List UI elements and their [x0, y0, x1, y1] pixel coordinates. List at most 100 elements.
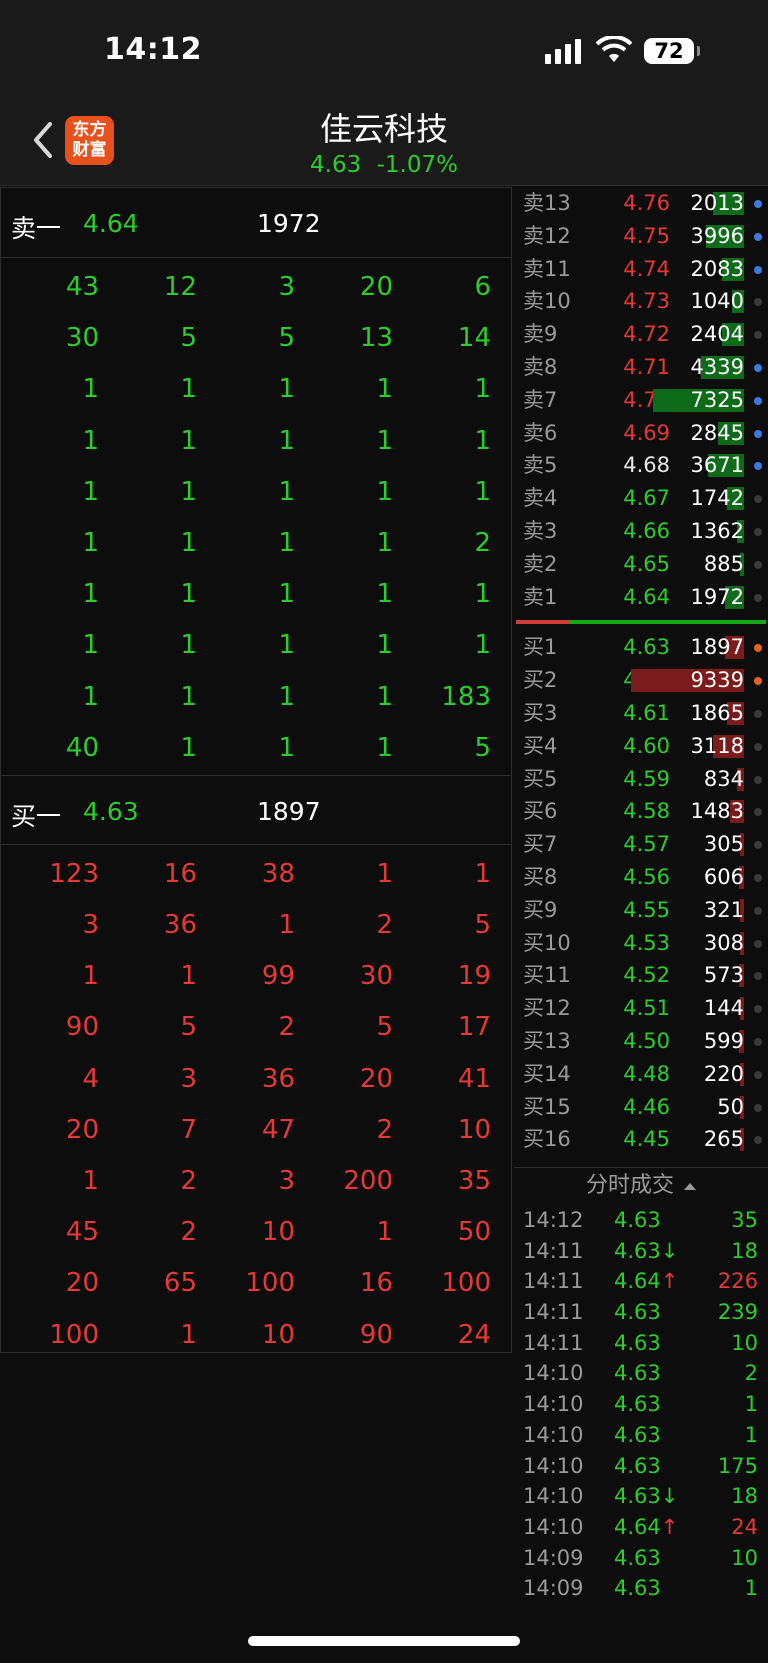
queue-cell: 1 [376, 579, 393, 610]
cellular-signal-icon [545, 38, 585, 64]
trade-price: 4.63 [614, 1297, 661, 1328]
trade-volume: 1 [744, 1422, 758, 1447]
ask-level-row[interactable]: 卖11 4.74 2083 [514, 253, 768, 286]
home-indicator[interactable] [248, 1636, 520, 1646]
bid-level-row[interactable]: 买11 4.52 573 [514, 959, 768, 992]
queue-cell: 36 [261, 1063, 295, 1094]
queue-cell: 17 [457, 1012, 491, 1043]
queue-cell: 50 [457, 1217, 491, 1248]
queue-cell: 5 [180, 1012, 197, 1043]
queue-cell: 1 [278, 425, 295, 456]
ask-level-row[interactable]: 卖10 4.73 1040 [514, 285, 768, 318]
level-label: 卖9 [523, 322, 558, 347]
ask-level-row[interactable]: 卖6 4.69 2845 [514, 417, 768, 450]
queue-cell: 20 [359, 272, 393, 302]
bid-level-row[interactable]: 买14 4.48 220 [514, 1058, 768, 1091]
level-price: 4.76 [623, 191, 670, 215]
trade-tick-row: 14:10 4.63↓ 18 [514, 1481, 768, 1512]
trade-price: 4.63 [614, 1573, 661, 1604]
stock-quote: 4.63 -1.07% [0, 152, 768, 178]
status-dot-icon [754, 939, 762, 948]
bid-level-row[interactable]: 买5 4.59 834 [514, 763, 768, 796]
queue-cell: 2 [376, 1114, 393, 1145]
queue-cell: 2 [180, 1166, 197, 1196]
level-label: 买9 [523, 897, 558, 922]
buy-queue-grid: 123 16 38 1 1 3 36 1 2 5 1 1 99 30 19 90 5 2 5 17 4 3 36 20 41 20… [1, 845, 511, 1361]
queue-cell: 1 [474, 425, 491, 456]
queue-cell: 1 [278, 681, 295, 712]
buy1-header: 买一 4.63 1897 [1, 774, 511, 845]
level-price: 4.60 [623, 733, 670, 758]
ask-level-row[interactable]: 卖7 4.70 7325 [514, 384, 768, 417]
level-price: 4.55 [623, 897, 670, 922]
bid-level-row[interactable]: 买7 4.57 305 [514, 828, 768, 861]
ask-level-row[interactable]: 卖9 4.72 2404 [514, 318, 768, 351]
level-volume: 834 [703, 766, 744, 791]
ask-level-row[interactable]: 卖12 4.75 3996 [514, 220, 768, 253]
bid-level-row[interactable]: 买13 4.50 599 [514, 1025, 768, 1058]
level-label: 卖4 [523, 486, 558, 511]
status-dot-icon [754, 331, 762, 340]
level-label: 买10 [523, 930, 571, 955]
queue-cell: 6 [474, 272, 491, 302]
ask-level-row[interactable]: 卖5 4.68 3671 [514, 449, 768, 482]
level-volume: 7325 [690, 387, 744, 412]
ask-level-row[interactable]: 卖4 4.67 1742 [514, 482, 768, 515]
ask-level-row[interactable]: 卖8 4.71 4339 [514, 351, 768, 384]
table-row: 1 1 1 1 183 [1, 672, 511, 723]
status-dot-icon [754, 808, 762, 817]
trade-price: 4.63 [614, 1451, 661, 1482]
ask-level-row[interactable]: 卖13 4.76 2013 [514, 187, 768, 220]
ask-level-row[interactable]: 卖1 4.64 1972 [514, 581, 768, 614]
queue-cell: 1 [278, 579, 295, 610]
queue-cell: 5 [474, 732, 491, 763]
level-volume: 265 [703, 1127, 744, 1152]
level-price: 4.68 [623, 453, 670, 478]
level-volume: 9339 [690, 668, 744, 693]
trade-price: 4.63 [614, 1358, 661, 1389]
table-row: 1 1 1 1 1 [1, 620, 511, 671]
trade-price-value: 4.63 [614, 1300, 661, 1325]
bid-level-row[interactable]: 买24.629339 [514, 664, 768, 697]
status-time: 14:12 [104, 32, 202, 67]
status-dot-icon [754, 429, 762, 438]
queue-cell: 90 [359, 1319, 393, 1350]
bid-level-row[interactable]: 买10 4.53 308 [514, 927, 768, 960]
queue-cell: 1 [180, 1319, 197, 1350]
bid-level-row[interactable]: 买6 4.58 1483 [514, 795, 768, 828]
table-row: 1 1 1 1 1 [1, 467, 511, 518]
status-dot-icon [754, 363, 762, 372]
trade-price-value: 4.63 [614, 1453, 661, 1478]
bid-level-row[interactable]: 买8 4.56 606 [514, 861, 768, 894]
ask-level-row[interactable]: 卖2 4.65 885 [514, 548, 768, 581]
level-price: 4.51 [623, 996, 670, 1021]
trade-price-value: 4.63 [614, 1576, 661, 1601]
status-dot-icon [754, 495, 762, 504]
queue-cell: 1 [474, 858, 491, 889]
bid-level-row[interactable]: 买1 4.63 1897 [514, 631, 768, 664]
trade-time: 14:11 [523, 1269, 584, 1294]
trade-tick-row: 14:11 4.64↑ 226 [514, 1266, 768, 1297]
level-label: 买16 [523, 1127, 571, 1152]
queue-cell: 123 [49, 858, 99, 889]
bid-level-row[interactable]: 买15 4.46 50 [514, 1091, 768, 1124]
level-volume: 220 [703, 1061, 744, 1086]
queue-cell: 65 [163, 1268, 197, 1299]
bid-level-row[interactable]: 买9 4.55 321 [514, 894, 768, 927]
trade-time: 14:11 [523, 1238, 584, 1263]
level-volume: 599 [703, 1028, 744, 1053]
status-dot-icon [754, 560, 762, 569]
ask-level-row[interactable]: 卖3 4.66 1362 [514, 515, 768, 548]
queue-cell: 1 [180, 374, 197, 405]
trade-price-value: 4.63 [614, 1484, 661, 1509]
queue-cell: 40 [65, 732, 99, 763]
bid-level-row[interactable]: 买4 4.60 3118 [514, 730, 768, 763]
bid-level-row[interactable]: 买12 4.51 144 [514, 992, 768, 1025]
trades-header[interactable]: 分时成交 [514, 1167, 768, 1203]
status-dot-icon [754, 1136, 762, 1145]
bid-level-row[interactable]: 买3 4.61 1865 [514, 697, 768, 730]
queue-cell: 1 [376, 732, 393, 763]
bid-level-row[interactable]: 买16 4.45 265 [514, 1123, 768, 1156]
bid-levels: 买1 4.63 1897 买24.629339 买3 4.61 1865 买4 4.60 3118… [514, 631, 768, 1156]
trade-price-value: 4.63 [614, 1545, 661, 1570]
